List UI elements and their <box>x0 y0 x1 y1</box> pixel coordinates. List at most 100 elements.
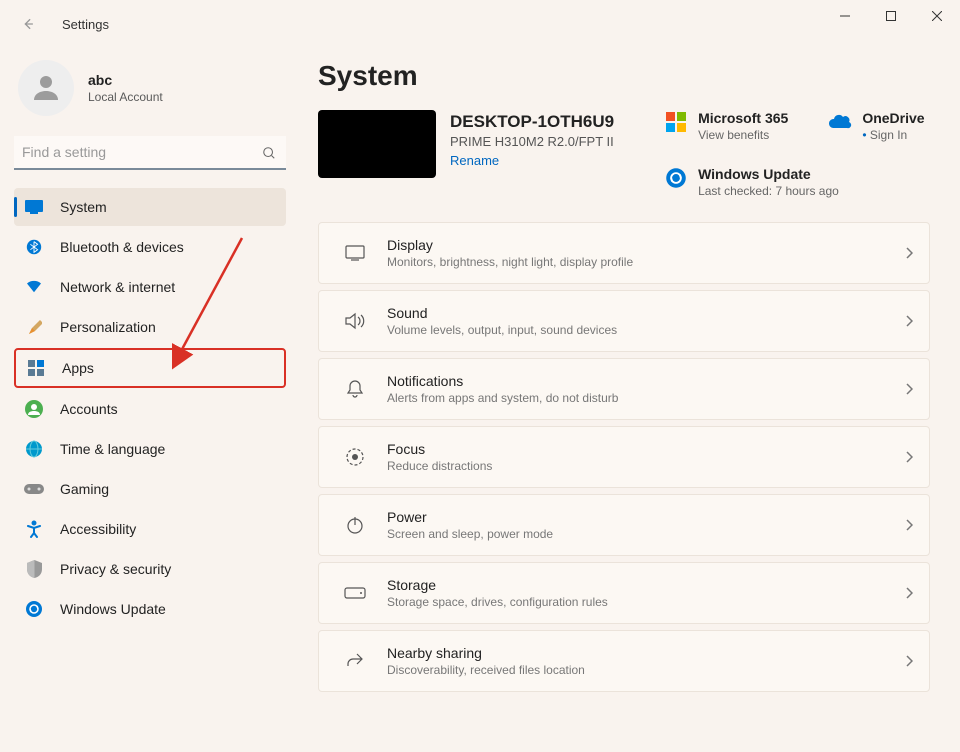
nav-list: System Bluetooth & devices Network & int… <box>14 188 286 628</box>
sidebar-item-apps[interactable]: Apps <box>14 348 286 388</box>
card-sub: Volume levels, output, input, sound devi… <box>387 323 905 337</box>
close-icon <box>932 11 942 21</box>
user-type: Local Account <box>88 90 163 104</box>
arrow-left-icon <box>21 17 35 31</box>
display-icon <box>335 245 375 261</box>
window-title: Settings <box>62 17 109 32</box>
sidebar-item-network[interactable]: Network & internet <box>14 268 286 306</box>
titlebar: Settings <box>0 0 960 48</box>
sidebar-item-bluetooth[interactable]: Bluetooth & devices <box>14 228 286 266</box>
sidebar-item-label: Time & language <box>60 441 165 457</box>
sidebar-item-privacy[interactable]: Privacy & security <box>14 550 286 588</box>
chevron-right-icon <box>905 586 913 600</box>
sidebar-item-label: Accessibility <box>60 521 136 537</box>
info-sub: View benefits <box>698 128 788 142</box>
card-title: Storage <box>387 577 905 593</box>
sound-icon <box>335 312 375 330</box>
card-sub: Reduce distractions <box>387 459 905 473</box>
card-notifications[interactable]: Notifications Alerts from apps and system… <box>318 358 930 420</box>
sidebar-item-label: Personalization <box>60 319 156 335</box>
share-icon <box>335 651 375 671</box>
power-icon <box>335 515 375 535</box>
sidebar-item-personalization[interactable]: Personalization <box>14 308 286 346</box>
focus-icon <box>335 447 375 467</box>
brush-icon <box>24 317 44 337</box>
minimize-icon <box>840 11 850 21</box>
gamepad-icon <box>24 479 44 499</box>
user-name: abc <box>88 72 163 88</box>
ms365-icon <box>664 110 688 134</box>
search-icon <box>262 146 276 160</box>
avatar <box>18 60 74 116</box>
search-input[interactable] <box>14 136 286 170</box>
info-onedrive[interactable]: OneDrive • Sign In <box>828 110 924 142</box>
sidebar-item-label: Windows Update <box>60 601 166 617</box>
chevron-right-icon <box>905 450 913 464</box>
minimize-button[interactable] <box>822 0 868 32</box>
sidebar-item-accessibility[interactable]: Accessibility <box>14 510 286 548</box>
close-button[interactable] <box>914 0 960 32</box>
info-windows-update[interactable]: Windows Update Last checked: 7 hours ago <box>664 166 925 198</box>
person-icon <box>28 70 64 106</box>
main-content: System DESKTOP-1OTH6U9 PRIME H310M2 R2.0… <box>300 48 960 752</box>
update-icon <box>664 166 688 190</box>
sidebar-item-label: Network & internet <box>60 279 175 295</box>
device-name: DESKTOP-1OTH6U9 <box>450 112 614 132</box>
card-title: Sound <box>387 305 905 321</box>
card-sub: Storage space, drives, configuration rul… <box>387 595 905 609</box>
card-storage[interactable]: Storage Storage space, drives, configurat… <box>318 562 930 624</box>
sidebar-item-windows-update[interactable]: Windows Update <box>14 590 286 628</box>
card-title: Display <box>387 237 905 253</box>
card-title: Power <box>387 509 905 525</box>
sidebar-item-label: System <box>60 199 107 215</box>
settings-cards: DisplayMonitors, brightness, night light… <box>318 222 930 692</box>
user-panel[interactable]: abc Local Account <box>14 48 286 132</box>
device-model: PRIME H310M2 R2.0/FPT II <box>450 134 614 149</box>
bluetooth-icon <box>24 237 44 257</box>
sidebar-item-accounts[interactable]: Accounts <box>14 390 286 428</box>
sidebar-item-label: Gaming <box>60 481 109 497</box>
device-thumbnail <box>318 110 436 178</box>
search-box <box>14 136 286 170</box>
chevron-right-icon <box>905 314 913 328</box>
info-title: Windows Update <box>698 166 839 182</box>
device-info-row: DESKTOP-1OTH6U9 PRIME H310M2 R2.0/FPT II… <box>318 110 930 198</box>
sidebar-item-label: Privacy & security <box>60 561 171 577</box>
card-nearby-sharing[interactable]: Nearby sharing Discoverability, received … <box>318 630 930 692</box>
chevron-right-icon <box>905 654 913 668</box>
accessibility-icon <box>24 519 44 539</box>
back-button[interactable] <box>12 8 44 40</box>
maximize-icon <box>886 11 896 21</box>
onedrive-icon <box>828 110 852 134</box>
info-title: Microsoft 365 <box>698 110 788 126</box>
info-sub: Last checked: 7 hours ago <box>698 184 839 198</box>
card-sub: Discoverability, received files location <box>387 663 905 677</box>
card-display[interactable]: DisplayMonitors, brightness, night light… <box>318 222 930 284</box>
card-title: Focus <box>387 441 905 457</box>
window-controls <box>822 0 960 32</box>
system-icon <box>24 197 44 217</box>
apps-icon <box>26 358 46 378</box>
card-title: Nearby sharing <box>387 645 905 661</box>
sidebar: abc Local Account System Bluetooth & dev… <box>0 48 300 752</box>
card-sound[interactable]: Sound Volume levels, output, input, sound… <box>318 290 930 352</box>
sidebar-item-system[interactable]: System <box>14 188 286 226</box>
chevron-right-icon <box>905 382 913 396</box>
card-focus[interactable]: Focus Reduce distractions <box>318 426 930 488</box>
sidebar-item-time-language[interactable]: Time & language <box>14 430 286 468</box>
card-sub: Alerts from apps and system, do not dist… <box>387 391 905 405</box>
accounts-icon <box>24 399 44 419</box>
card-power[interactable]: PowerScreen and sleep, power mode <box>318 494 930 556</box>
rename-link[interactable]: Rename <box>450 153 499 168</box>
info-ms365[interactable]: Microsoft 365 View benefits <box>664 110 788 142</box>
chevron-right-icon <box>905 518 913 532</box>
sidebar-item-label: Apps <box>62 360 94 376</box>
card-title: Notifications <box>387 373 905 389</box>
shield-icon <box>24 559 44 579</box>
storage-icon <box>335 587 375 599</box>
info-title: OneDrive <box>862 110 924 126</box>
maximize-button[interactable] <box>868 0 914 32</box>
wifi-icon <box>24 277 44 297</box>
sidebar-item-label: Accounts <box>60 401 118 417</box>
sidebar-item-gaming[interactable]: Gaming <box>14 470 286 508</box>
